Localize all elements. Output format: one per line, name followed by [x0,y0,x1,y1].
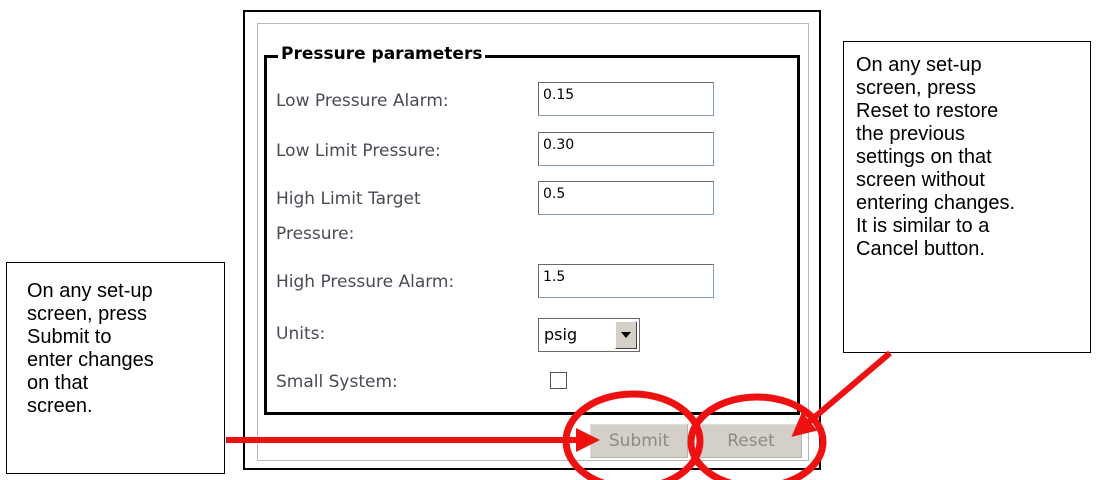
annotation-overlay [226,350,892,480]
reset-arrow [791,350,892,437]
reset-highlight-circle [687,393,827,480]
